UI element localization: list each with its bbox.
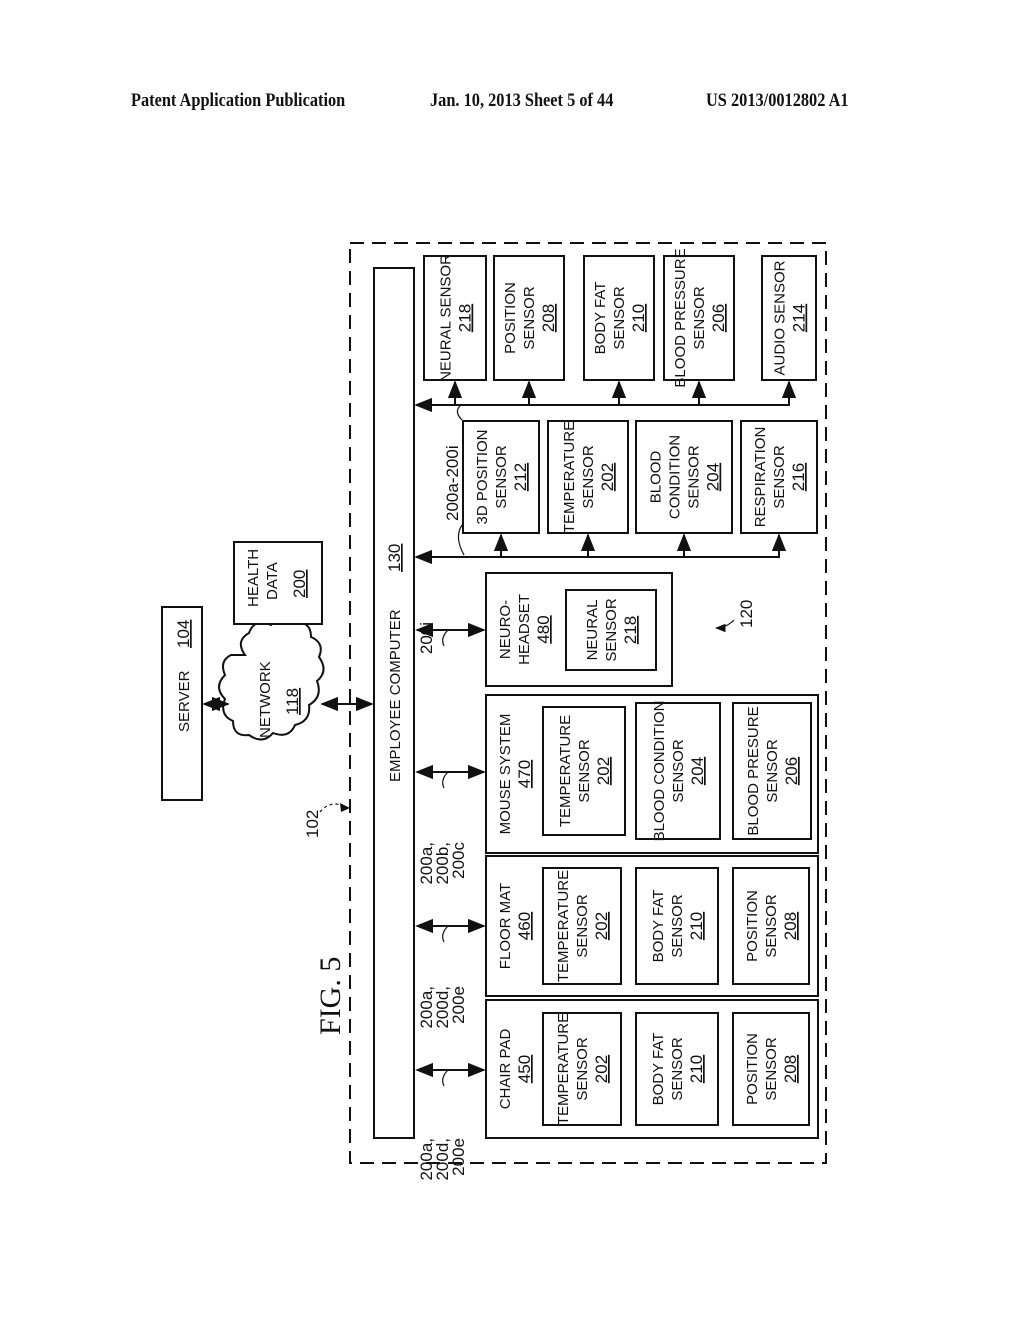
chair-pad-sensor-202-label: SENSOR (574, 1037, 591, 1101)
neuro-headset-label: NEURO- (497, 600, 514, 659)
mid-sensor-204-label: CONDITION (667, 435, 684, 519)
top-sensor-206-label: SENSOR (691, 286, 708, 350)
server-label: SERVER (176, 670, 193, 732)
system-ref-label: 102 (303, 810, 322, 838)
floor-mat-ref: 460 (515, 912, 534, 940)
chair-pad-sensor-210-label: SENSOR (669, 1037, 686, 1101)
mid-bus-leader-2 (456, 405, 463, 421)
top-sensor-210-label: BODY FAT (592, 282, 609, 355)
floor-mat-sensor-208-label: SENSOR (763, 894, 780, 958)
mid-sensor-204-label: BLOOD (648, 451, 665, 504)
mouse-system-sensor-202-label: SENSOR (576, 739, 593, 803)
mid-sensor-202-label: TEMPERATURE (561, 421, 578, 533)
floor-mat-label: FLOOR MAT (497, 883, 514, 969)
floor-mat-sensor-210-label: BODY FAT (650, 890, 667, 963)
mid-bus-sensor-group: 3D POSITION SENSOR 212 TEMPERATURE SENSOR 202… (462, 420, 818, 557)
system-ref-arrowhead (340, 803, 350, 812)
mouse-system-sensor-204-ref: 204 (688, 757, 707, 785)
floor-mat-sensor-202-label: SENSOR (574, 894, 591, 958)
network-label: NETWORK (257, 661, 274, 738)
chair-pad-sensor-210-ref: 210 (687, 1055, 706, 1083)
mouse-system-sensor-206-label: BLOOD PRESURE (745, 706, 762, 835)
device-group: NEURO- HEADSET 480200i NEURAL SENSOR 218MOUSE… (415, 572, 819, 1181)
figure-title: FIG. 5 (314, 957, 347, 1035)
mid-sensor-204-label: SENSOR (686, 445, 703, 509)
floor-mat-sensor-210-label: SENSOR (669, 894, 686, 958)
floor-mat-link-label: 200e (449, 986, 468, 1024)
mouse-system-sensor-202-ref: 202 (594, 757, 613, 785)
top-sensor-206-ref: 206 (709, 304, 728, 332)
floor-mat-sensor-208-ref: 208 (781, 912, 800, 940)
neuro-headset-ref: 480 (534, 615, 553, 643)
chair-pad-sensor-210-label: BODY FAT (650, 1033, 667, 1106)
mouse-system-link-label: 200c (449, 842, 468, 879)
chair-pad-link-leader (442, 1069, 449, 1087)
top-sensor-208-label: POSITION (502, 282, 519, 354)
mid-sensor-216-label: RESPIRATION (752, 427, 769, 528)
mouse-system-sensor-206-label: SENSOR (764, 739, 781, 803)
mouse-system-sensor-202-label: TEMPERATURE (557, 715, 574, 827)
neuro-headset-sensor-218-ref: 218 (621, 616, 640, 644)
mouse-system-sensor-204-label: BLOOD CONDITION (651, 701, 668, 842)
chair-pad-sensor-202-ref: 202 (592, 1055, 611, 1083)
top-sensor-208-ref: 208 (539, 304, 558, 332)
mid-sensor-202-ref: 202 (598, 463, 617, 491)
mid-sensor-202-label: SENSOR (580, 445, 597, 509)
figure-5-diagram: FIG. 5 102 SERVER 104 NETWORK 118 HEALTH… (161, 242, 827, 1181)
chair-pad-sensor-208-label: SENSOR (763, 1037, 780, 1101)
health-data-label-1: HEALTH (245, 549, 262, 607)
chair-pad-label: CHAIR PAD (497, 1029, 514, 1110)
mid-sensor-216-ref: 216 (789, 463, 808, 491)
health-data-label-2: DATA (264, 562, 281, 600)
mid-sensor-212-label: 3D POSITION (474, 429, 491, 524)
network-ref: 118 (283, 688, 302, 715)
sensor-group-leader (714, 619, 735, 633)
top-bus-sensor-group: NEURAL SENSOR 218 POSITION SENSOR 208 BODY FA… (423, 248, 817, 405)
floor-mat-link-leader (442, 925, 449, 943)
floor-mat-sensor-210-ref: 210 (687, 912, 706, 940)
top-sensor-208-label: SENSOR (521, 286, 538, 350)
mid-sensor-212-ref: 212 (511, 463, 530, 491)
neuro-headset-sensor-218-label: SENSOR (603, 598, 620, 662)
top-sensor-210-ref: 210 (629, 304, 648, 332)
neuro-headset-label: HEADSET (516, 594, 533, 665)
mouse-system-ref: 470 (515, 760, 534, 788)
top-sensor-206-label: BLOOD PRESSURE (672, 248, 689, 387)
neuro-headset-link-leader (442, 629, 449, 647)
chair-pad-sensor-208-ref: 208 (781, 1055, 800, 1083)
top-sensor-218-label: NEURAL SENSOR (438, 254, 455, 382)
employee-computer-label: EMPLOYEE COMPUTER (387, 609, 404, 782)
chair-pad-sensor-208-label: POSITION (744, 1033, 761, 1105)
mouse-system-sensor-206-ref: 206 (782, 757, 801, 785)
chair-pad-ref: 450 (515, 1055, 534, 1083)
floor-mat-sensor-208-label: POSITION (744, 890, 761, 962)
sensor-group-ref: 120 (737, 600, 756, 628)
server-ref: 104 (174, 620, 193, 648)
mid-sensor-204-ref: 204 (704, 463, 723, 491)
neuro-headset-sensor-218-label: NEURAL (584, 600, 601, 661)
top-sensor-210-label: SENSOR (611, 286, 628, 350)
health-data-ref: 200 (290, 570, 309, 598)
mouse-system-sensor-204-label: SENSOR (670, 739, 687, 803)
neuro-headset-link-label: 200i (417, 622, 436, 654)
mid-sensor-216-label: SENSOR (771, 445, 788, 509)
top-sensor-214-label: AUDIO SENSOR (772, 260, 789, 375)
mid-sensor-212-label: SENSOR (493, 445, 510, 509)
floor-mat-sensor-202-label: TEMPERATURE (555, 870, 572, 982)
top-sensor-214-ref: 214 (790, 304, 809, 332)
top-sensor-218-ref: 218 (456, 304, 475, 332)
mouse-system-link-leader (442, 771, 449, 789)
floor-mat-sensor-202-ref: 202 (592, 912, 611, 940)
chair-pad-link-label: 200e (449, 1138, 468, 1176)
chair-pad-sensor-202-label: TEMPERATURE (555, 1013, 572, 1125)
mouse-system-label: MOUSE SYSTEM (497, 714, 514, 835)
employee-computer-ref: 130 (385, 544, 404, 572)
mid-bus-ref-label: 200a-200i (443, 445, 462, 521)
